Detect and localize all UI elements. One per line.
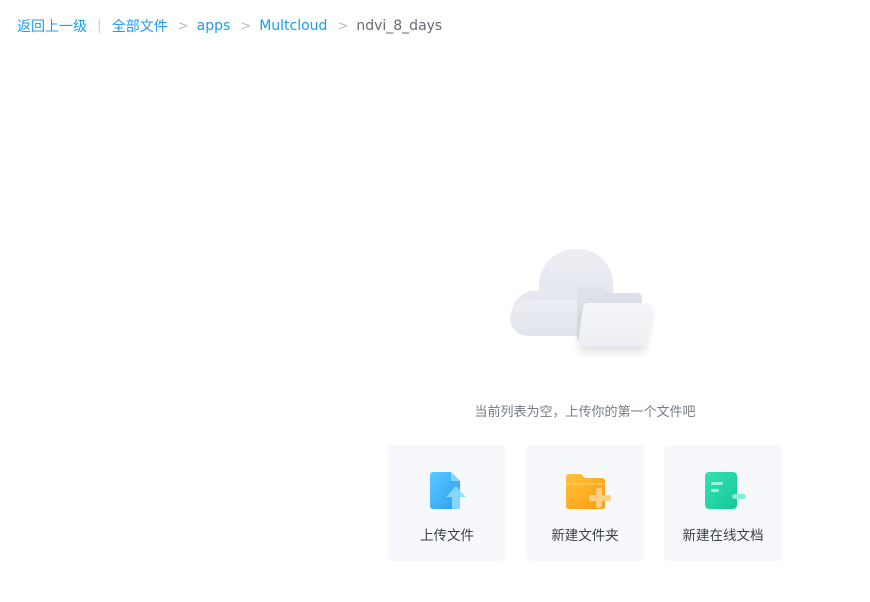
new-online-doc-label: 新建在线文档 [682,528,764,544]
breadcrumb-separator: > [337,18,349,34]
breadcrumb-item-apps[interactable]: apps [197,18,231,34]
breadcrumb-item-current: ndvi_8_days [356,18,443,34]
breadcrumb-divider: | [97,18,102,34]
new-folder-button[interactable]: 新建文件夹 [526,445,644,561]
new-folder-label: 新建文件夹 [551,528,619,544]
new-online-doc-icon [702,472,746,512]
new-online-doc-button[interactable]: 新建在线文档 [664,445,782,561]
new-folder-icon [564,472,611,512]
upload-file-label: 上传文件 [420,528,474,544]
breadcrumb-item-multcloud[interactable]: Multcloud [259,18,327,34]
file-browser-page: 返回上一级 | 全部文件 > apps > Multcloud > ndvi_8… [0,0,870,602]
back-to-parent-link[interactable]: 返回上一级 [17,16,87,36]
cloud-folder-icon [505,245,660,365]
breadcrumb-separator: > [177,18,189,34]
breadcrumb: 返回上一级 | 全部文件 > apps > Multcloud > ndvi_8… [17,16,442,36]
breadcrumb-item-all-files[interactable]: 全部文件 [112,16,168,36]
upload-file-icon [426,472,468,512]
upload-file-button[interactable]: 上传文件 [388,445,506,561]
quick-actions: 上传文件 新建文件夹 新建在线文档 [388,445,782,561]
breadcrumb-separator: > [240,18,252,34]
empty-state-message: 当前列表为空，上传你的第一个文件吧 [474,405,696,420]
